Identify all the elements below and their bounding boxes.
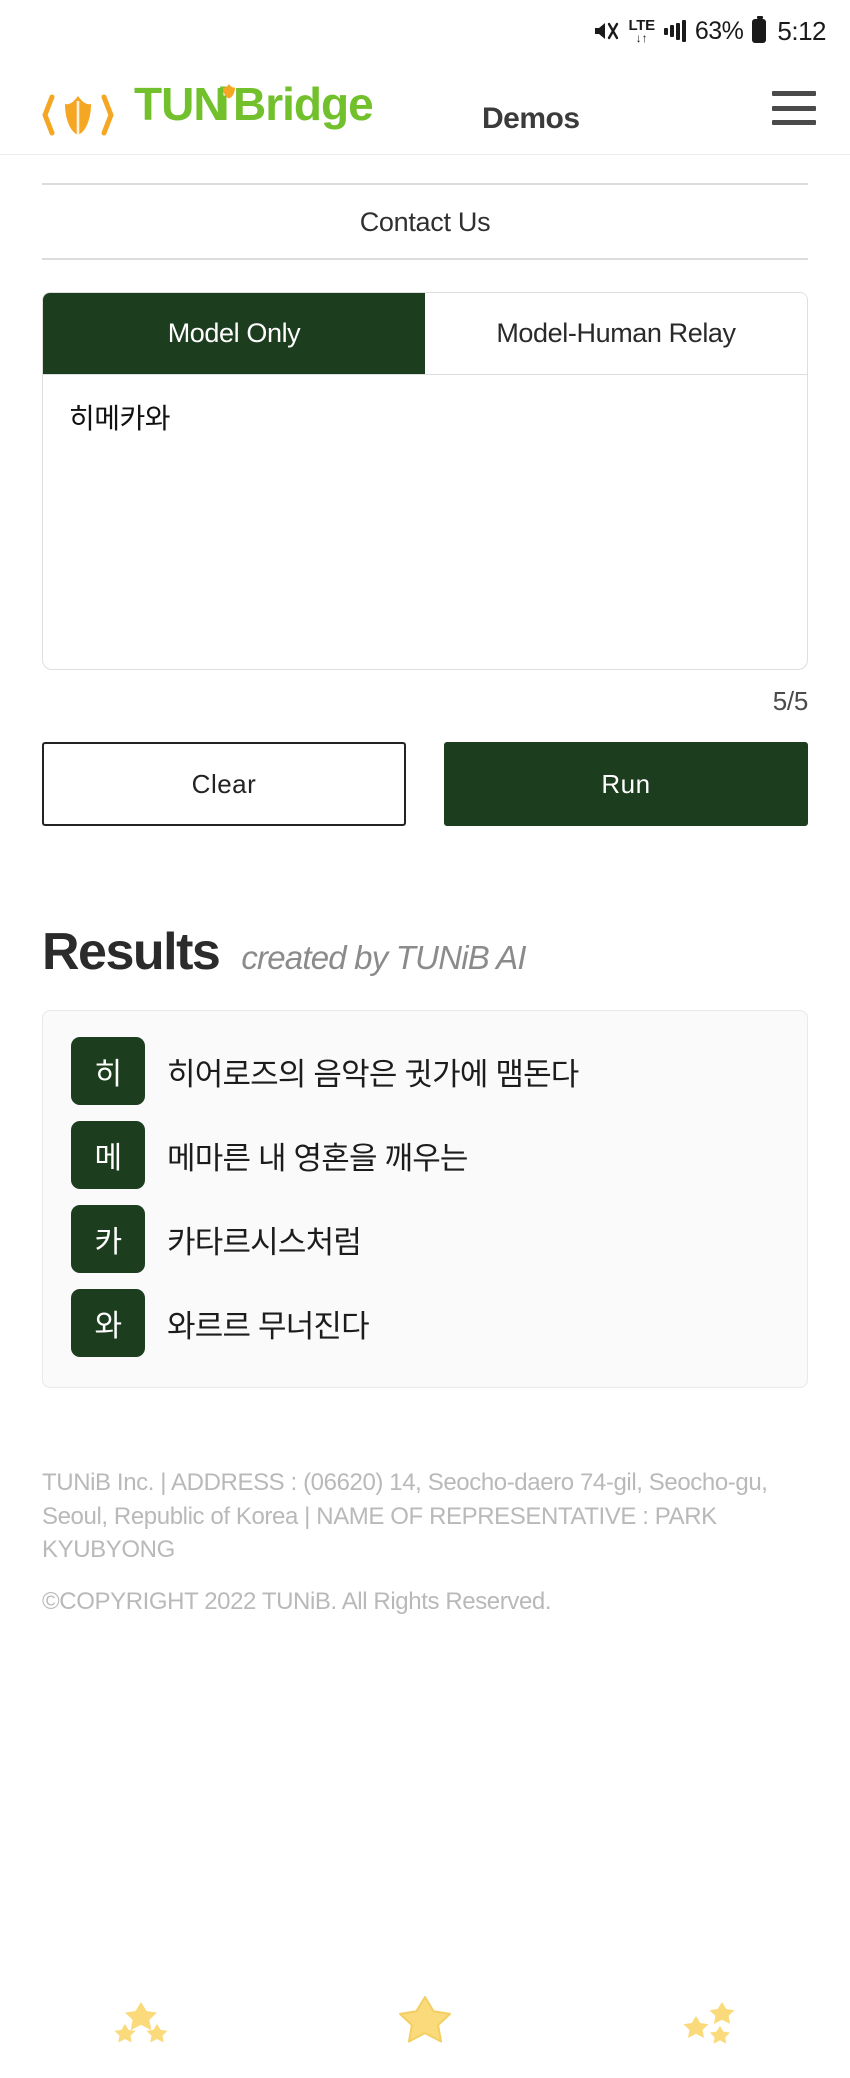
tab-model-only[interactable]: Model Only [43, 293, 425, 374]
contact-us-link[interactable]: Contact Us [360, 207, 491, 237]
results-header: Results created by TUNiB AI [42, 922, 808, 982]
mute-icon [592, 19, 620, 43]
svg-text:i: i [217, 78, 229, 130]
svg-text:TUN: TUN [134, 78, 226, 130]
status-bar: LTE ↓↑ 63% 5:12 [0, 0, 850, 62]
results-subtitle: created by TUNiB AI [241, 939, 526, 976]
svg-text:Bridge: Bridge [233, 78, 373, 130]
acrostic-badge: 히 [71, 1037, 145, 1105]
clock-label: 5:12 [777, 15, 826, 46]
footer-company-info: TUNiB Inc. | ADDRESS : (06620) 14, Seoch… [42, 1469, 768, 1564]
contact-us-row: Contact Us [42, 183, 808, 260]
tulip-logo-icon [42, 89, 114, 141]
footer-copyright: ©COPYRIGHT 2022 TUNiB. All Rights Reserv… [42, 1587, 552, 1615]
result-line-text: 히어로즈의 음악은 귓가에 맴돈다 [167, 1056, 579, 1092]
signal-bars-icon [663, 20, 686, 42]
prompt-input-value: 히메카와 [69, 403, 171, 434]
result-line-text: 메마른 내 영혼을 깨우는 [167, 1140, 468, 1176]
mode-tabs: Model Only Model-Human Relay [42, 292, 808, 375]
acrostic-badge: 카 [71, 1205, 145, 1273]
results-list: 히 히어로즈의 음악은 귓가에 맴돈다 메 메마른 내 영혼을 깨우는 카 카타… [42, 1010, 808, 1388]
character-counter: 5/5 [772, 686, 809, 716]
network-arrows-icon: ↓↑ [635, 31, 648, 45]
battery-icon [752, 16, 767, 43]
app-header: TUN i Bridge Demos [0, 62, 850, 155]
acrostic-badge: 메 [71, 1121, 145, 1189]
prompt-input[interactable]: 히메카와 [42, 375, 808, 670]
section-label: Demos [482, 101, 580, 135]
list-item: 히 히어로즈의 음악은 귓가에 맴돈다 [71, 1037, 779, 1105]
battery-percent-label: 63% [694, 16, 744, 45]
list-item: 메 메마른 내 영혼을 깨우는 [71, 1121, 779, 1189]
page-footer: TUNiB Inc. | ADDRESS : (06620) 14, Seoch… [0, 1466, 850, 1618]
results-title: Results [42, 923, 221, 981]
result-line-text: 와르르 무너진다 [167, 1308, 370, 1344]
main-content: Contact Us Model Only Model-Human Relay … [0, 183, 850, 1388]
stars-recent-icon[interactable] [648, 1982, 768, 2062]
system-navigation-bar [0, 1966, 850, 2078]
brand-name-label: TUN i Bridge [134, 76, 464, 141]
network-type-icon: LTE ↓↑ [629, 18, 656, 45]
run-button[interactable]: Run [444, 742, 808, 826]
hamburger-menu-icon[interactable] [772, 91, 816, 125]
star-home-icon[interactable] [365, 1982, 485, 2062]
acrostic-badge: 와 [71, 1289, 145, 1357]
result-line-text: 카타르시스처럼 [167, 1224, 362, 1260]
action-buttons: Clear Run [42, 742, 808, 826]
tab-model-human-relay[interactable]: Model-Human Relay [425, 293, 807, 374]
stars-back-icon[interactable] [82, 1982, 202, 2062]
clear-button[interactable]: Clear [42, 742, 406, 826]
list-item: 와 와르르 무너진다 [71, 1289, 779, 1357]
brand-logo[interactable]: TUN i Bridge Demos [42, 76, 772, 141]
list-item: 카 카타르시스처럼 [71, 1205, 779, 1273]
